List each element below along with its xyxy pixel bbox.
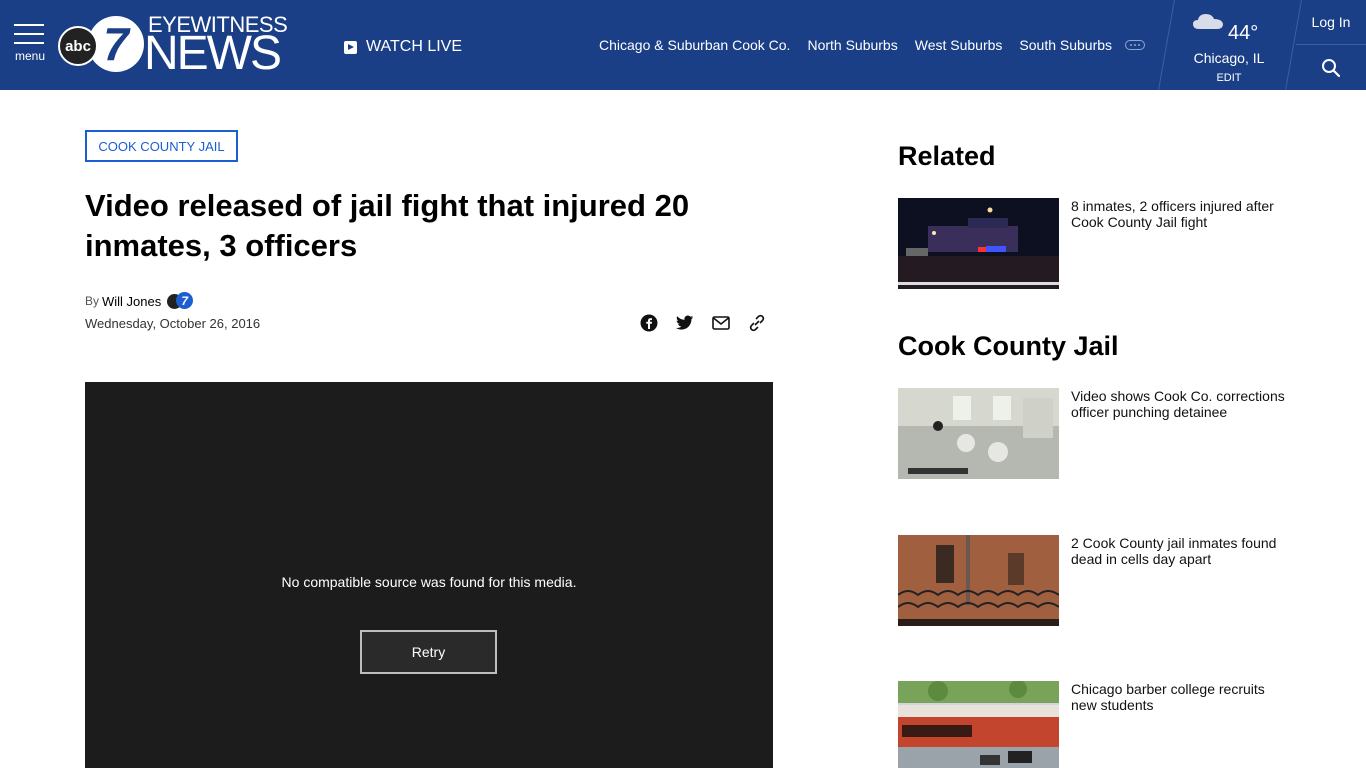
video-error-message: No compatible source was found for this … bbox=[281, 574, 577, 590]
station-logo-icon: 7 bbox=[167, 292, 194, 310]
email-share-button[interactable] bbox=[712, 314, 730, 332]
related-heading: Related bbox=[898, 141, 996, 171]
section-heading: Cook County Jail bbox=[898, 331, 1119, 361]
weather-widget[interactable]: 44° Chicago, IL EDIT bbox=[1170, 6, 1288, 86]
menu-button[interactable]: menu bbox=[14, 24, 46, 64]
site-logo[interactable]: abc 7 EYEWITNESS NEWS bbox=[56, 10, 296, 80]
section-card[interactable]: Chicago barber college recruits new stud… bbox=[898, 681, 1298, 768]
search-button[interactable] bbox=[1296, 45, 1366, 90]
article-headline: Video released of jail fight that injure… bbox=[85, 188, 690, 263]
more-icon[interactable] bbox=[1125, 40, 1145, 50]
nav-item-north-suburbs[interactable]: North Suburbs bbox=[807, 37, 897, 53]
facebook-icon bbox=[640, 314, 658, 332]
main-nav: Chicago & Suburban Cook Co. North Suburb… bbox=[599, 37, 1129, 53]
byline-prefix: By bbox=[85, 294, 100, 308]
play-icon bbox=[344, 40, 357, 54]
site-header: menu abc 7 EYEWITNESS NEWS WATCH LIVE Ch… bbox=[0, 0, 1366, 90]
section-thumbnail bbox=[898, 388, 1059, 479]
related-thumbnail bbox=[898, 198, 1059, 289]
link-icon bbox=[749, 314, 765, 332]
share-bar bbox=[640, 314, 766, 332]
twitter-icon bbox=[676, 315, 694, 330]
weather-city: Chicago, IL bbox=[1193, 50, 1265, 66]
facebook-share-button[interactable] bbox=[640, 314, 658, 332]
login-button[interactable]: Log In bbox=[1296, 0, 1366, 45]
weather-edit-link[interactable]: EDIT bbox=[1170, 72, 1288, 84]
email-icon bbox=[712, 316, 730, 330]
byline: By Will Jones 7 bbox=[85, 292, 194, 310]
publish-date: Wednesday, October 26, 2016 bbox=[85, 316, 261, 331]
cloud-icon bbox=[1193, 14, 1223, 29]
hamburger-icon bbox=[14, 24, 44, 26]
logo-news: NEWS bbox=[144, 27, 282, 80]
watch-live-label: WATCH LIVE bbox=[366, 38, 463, 55]
section-card-title: 2 Cook County jail inmates found dead in… bbox=[1071, 535, 1277, 567]
author-link[interactable]: Will Jones bbox=[102, 294, 161, 309]
section-card-title: Video shows Cook Co. corrections officer… bbox=[1071, 388, 1285, 420]
nav-item-chicago[interactable]: Chicago & Suburban Cook Co. bbox=[599, 37, 790, 53]
category-tag[interactable]: COOK COUNTY JAIL bbox=[85, 130, 238, 162]
related-card[interactable]: 8 inmates, 2 officers injured after Cook… bbox=[898, 198, 1298, 290]
copy-link-button[interactable] bbox=[748, 314, 766, 332]
section-card[interactable]: 2 Cook County jail inmates found dead in… bbox=[898, 535, 1298, 627]
search-icon bbox=[1322, 58, 1341, 77]
nav-item-south-suburbs[interactable]: South Suburbs bbox=[1019, 37, 1112, 53]
retry-button[interactable]: Retry bbox=[360, 630, 497, 674]
section-thumbnail bbox=[898, 535, 1059, 626]
menu-label: menu bbox=[15, 49, 46, 63]
section-thumbnail bbox=[898, 681, 1059, 768]
section-card-title: Chicago barber college recruits new stud… bbox=[1071, 681, 1265, 713]
video-player[interactable]: No compatible source was found for this … bbox=[85, 382, 773, 768]
twitter-share-button[interactable] bbox=[676, 314, 694, 332]
nav-item-west-suburbs[interactable]: West Suburbs bbox=[915, 37, 1003, 53]
section-card[interactable]: Video shows Cook Co. corrections officer… bbox=[898, 388, 1298, 480]
logo-abc: abc bbox=[58, 26, 98, 66]
watch-live-link[interactable]: WATCH LIVE bbox=[344, 38, 462, 56]
related-card-title: 8 inmates, 2 officers injured after Cook… bbox=[1071, 198, 1274, 230]
weather-temp: 44° bbox=[1228, 22, 1259, 44]
